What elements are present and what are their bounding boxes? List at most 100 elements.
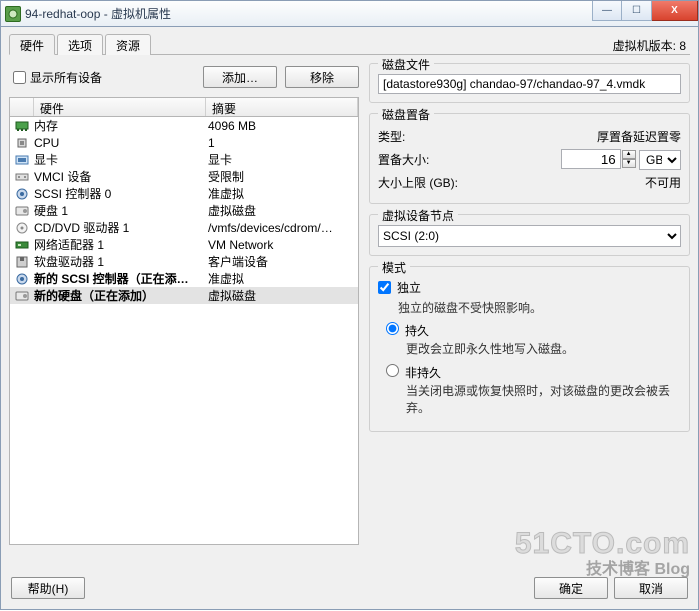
hardware-name: 新的硬盘（正在添加） [32,287,206,304]
group-disk-file: 磁盘文件 [369,63,690,103]
hardware-list-header: 硬件 摘要 [9,97,359,117]
vmci-icon [12,171,32,183]
remove-button[interactable]: 移除 [285,66,359,88]
hardware-name: VMCI 设备 [32,168,206,185]
mode-independent-desc: 独立的磁盘不受快照影响。 [398,300,681,317]
hardware-name: 显卡 [32,151,206,168]
hardware-row[interactable]: CD/DVD 驱动器 1/vmfs/devices/cdrom/… [10,219,358,236]
hardware-summary: 虚拟磁盘 [206,287,356,304]
group-virtual-node: 虚拟设备节点 SCSI (2:0) [369,214,690,256]
hardware-row[interactable]: 新的 SCSI 控制器（正在添…准虚拟 [10,270,358,287]
mode-persistent-desc: 更改会立即永久性地写入磁盘。 [406,341,681,358]
spin-down-icon[interactable]: ▼ [622,159,636,168]
mode-persistent-radio[interactable]: 持久 [386,322,681,339]
prov-max-value: 不可用 [645,174,681,191]
titlebar: 94-redhat-oop - 虚拟机属性 — ☐ X [0,0,699,27]
col-hardware[interactable]: 硬件 [34,98,206,116]
disk-file-title: 磁盘文件 [378,56,434,73]
disk-file-path[interactable] [378,74,681,94]
tab-hardware[interactable]: 硬件 [9,34,55,55]
flop-icon [12,255,32,269]
mode-independent-label: 独立 [397,279,421,296]
col-summary[interactable]: 摘要 [206,98,358,116]
hardware-summary: VM Network [206,238,356,252]
disk-prov-title: 磁盘置备 [378,106,434,123]
hardware-name: 硬盘 1 [32,202,206,219]
hardware-name: 软盘驱动器 1 [32,253,206,270]
ok-button[interactable]: 确定 [534,577,608,599]
vnode-select[interactable]: SCSI (2:0) [378,225,681,247]
help-button[interactable]: 帮助(H) [11,577,85,599]
hardware-summary: /vmfs/devices/cdrom/… [206,221,356,235]
hardware-row[interactable]: 显卡显卡 [10,151,358,168]
hardware-row[interactable]: 新的硬盘（正在添加）虚拟磁盘 [10,287,358,304]
cancel-button[interactable]: 取消 [614,577,688,599]
vid-icon [12,154,32,166]
hardware-name: SCSI 控制器 0 [32,185,206,202]
add-button[interactable]: 添加… [203,66,277,88]
vm-version-label: 虚拟机版本: 8 [613,37,686,54]
hardware-name: 网络适配器 1 [32,236,206,253]
hardware-summary: 1 [206,136,356,150]
hardware-row[interactable]: SCSI 控制器 0准虚拟 [10,185,358,202]
hardware-row[interactable]: 硬盘 1虚拟磁盘 [10,202,358,219]
mode-persistent-label: 持久 [405,322,429,339]
show-all-devices-label: 显示所有设备 [30,69,102,86]
tab-options[interactable]: 选项 [57,34,103,55]
show-all-devices-input[interactable] [13,71,26,84]
hardware-row[interactable]: 网络适配器 1VM Network [10,236,358,253]
prov-type-label: 类型: [378,128,405,145]
mode-independent-checkbox[interactable]: 独立 [378,279,681,296]
hardware-summary: 显卡 [206,151,356,168]
mode-title: 模式 [378,259,410,276]
disk-icon [12,290,32,302]
hardware-row[interactable]: 内存4096 MB [10,117,358,134]
mode-nonpersistent-radio[interactable]: 非持久 [386,364,681,381]
cpu-icon [12,136,32,150]
hardware-summary: 准虚拟 [206,185,356,202]
prov-type-value: 厚置备延迟置零 [597,128,681,145]
group-disk-provision: 磁盘置备 类型: 厚置备延迟置零 置备大小: ▲▼ GB [369,113,690,204]
group-mode: 模式 独立 独立的磁盘不受快照影响。 持久 更改会立即永久性地写入磁盘。 非持久… [369,266,690,432]
tabs: 硬件 选项 资源 [9,33,690,55]
hardware-row[interactable]: 软盘驱动器 1客户端设备 [10,253,358,270]
mode-persistent-input[interactable] [386,322,399,335]
mode-nonpersistent-desc: 当关闭电源或恢复快照时，对该磁盘的更改会被丢弃。 [406,383,681,417]
window-buttons: — ☐ X [592,1,698,26]
mode-nonpersistent-input[interactable] [386,364,399,377]
hardware-name: CD/DVD 驱动器 1 [32,219,206,236]
hardware-list[interactable]: 内存4096 MBCPU1显卡显卡VMCI 设备受限制SCSI 控制器 0准虚拟… [9,117,359,545]
close-button[interactable]: X [652,1,698,21]
dialog-content: 硬件 选项 资源 虚拟机版本: 8 显示所有设备 添加… 移除 硬件 摘要 内存… [0,27,699,610]
prov-size-label: 置备大小: [378,151,429,168]
show-all-devices-checkbox[interactable]: 显示所有设备 [9,69,195,86]
prov-size-unit[interactable]: GB [639,150,681,170]
hardware-summary: 受限制 [206,168,356,185]
window-title: 94-redhat-oop - 虚拟机属性 [25,5,592,22]
hardware-row[interactable]: CPU1 [10,134,358,151]
hardware-name: 新的 SCSI 控制器（正在添… [32,270,206,287]
spin-up-icon[interactable]: ▲ [622,150,636,159]
mode-nonpersistent-label: 非持久 [405,364,441,381]
maximize-button[interactable]: ☐ [622,1,652,21]
hardware-summary: 4096 MB [206,119,356,133]
minimize-button[interactable]: — [592,1,622,21]
tab-resources[interactable]: 资源 [105,34,151,55]
nic-icon [12,239,32,251]
prov-max-label: 大小上限 (GB): [378,174,458,191]
cd-icon [12,221,32,235]
hardware-summary: 虚拟磁盘 [206,202,356,219]
hardware-name: CPU [32,136,206,150]
vnode-title: 虚拟设备节点 [378,207,458,224]
scsi-icon [12,187,32,201]
scsi-icon [12,272,32,286]
app-icon [5,6,21,22]
hardware-name: 内存 [32,117,206,134]
mem-icon [12,120,32,132]
prov-size-input[interactable] [561,149,621,169]
hardware-summary: 准虚拟 [206,270,356,287]
mode-independent-input[interactable] [378,281,391,294]
prov-size-spinner[interactable]: ▲▼ [561,149,636,169]
hardware-summary: 客户端设备 [206,253,356,270]
hardware-row[interactable]: VMCI 设备受限制 [10,168,358,185]
